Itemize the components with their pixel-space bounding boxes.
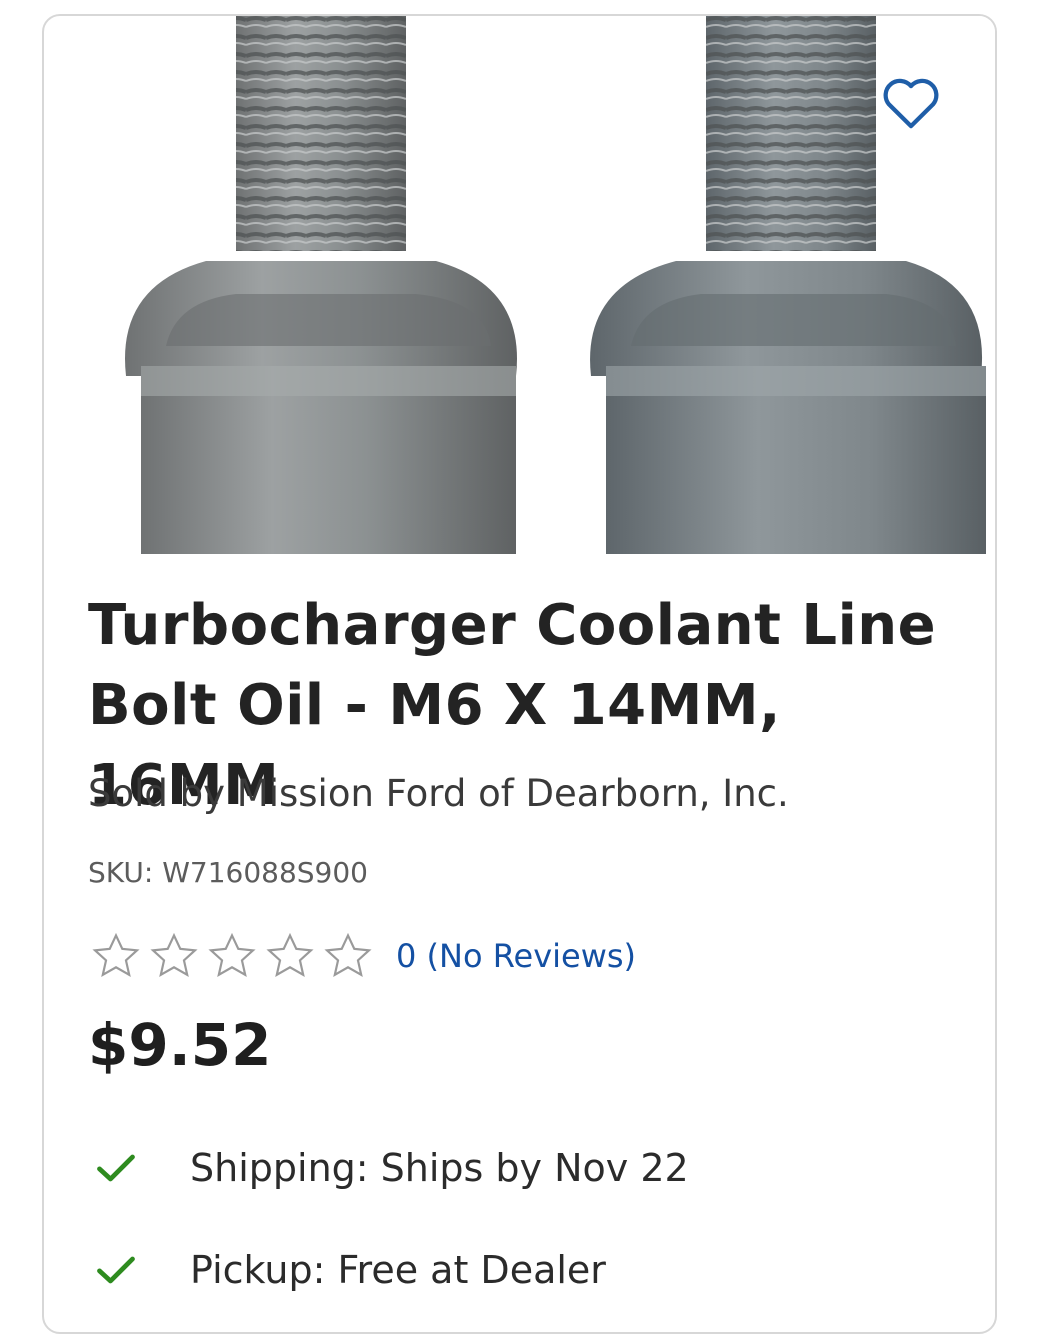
product-image[interactable]	[86, 16, 995, 554]
sku-label: SKU: W716088S900	[88, 856, 368, 889]
seller-label: Sold by Mission Ford of Dearborn, Inc.	[88, 772, 789, 815]
star-rating[interactable]	[88, 930, 376, 982]
bolt-photo	[86, 16, 995, 554]
star-outline-icon	[88, 930, 144, 982]
pickup-label: Pickup: Free at Dealer	[190, 1248, 606, 1292]
star-outline-icon	[204, 930, 260, 982]
rating-row[interactable]: 0 (No Reviews)	[88, 926, 636, 986]
shipping-label: Shipping: Ships by Nov 22	[190, 1146, 689, 1190]
product-card[interactable]: Turbocharger Coolant Line Bolt Oil - M6 …	[42, 14, 997, 1334]
checkmark-icon	[97, 1154, 135, 1182]
reviews-link[interactable]: 0 (No Reviews)	[396, 937, 636, 975]
star-outline-icon	[262, 930, 318, 982]
checkmark-icon	[97, 1256, 135, 1284]
star-outline-icon	[320, 930, 376, 982]
star-outline-icon	[146, 930, 202, 982]
pickup-option: Pickup: Free at Dealer	[94, 1248, 606, 1292]
price: $9.52	[88, 1011, 272, 1079]
shipping-option: Shipping: Ships by Nov 22	[94, 1146, 689, 1190]
heart-outline-icon	[883, 78, 939, 129]
favorite-button[interactable]	[877, 68, 945, 136]
